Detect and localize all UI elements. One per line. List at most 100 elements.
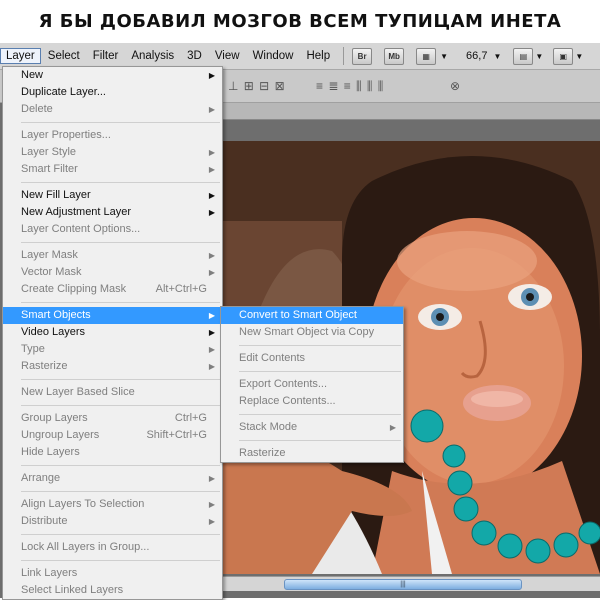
distribute-icons[interactable]: ≡ ≣ ≡ ⫼ ⫼ ⫼: [316, 79, 384, 94]
smart-objects-menu-item[interactable]: Export Contents...: [221, 376, 403, 393]
layer-menu-item-label: New Adjustment Layer: [21, 206, 132, 218]
menu-3d[interactable]: 3D: [181, 48, 208, 64]
minibridge-button[interactable]: Mb: [384, 47, 405, 65]
screen-mode-icon[interactable]: ▣: [553, 47, 574, 65]
smart-objects-menu-item[interactable]: Stack Mode ▶: [221, 419, 403, 436]
menu-select[interactable]: Select: [42, 48, 86, 64]
menu-separator: [239, 414, 401, 415]
menu-separator: [239, 371, 401, 372]
layer-menu-item[interactable]: New Layer Based Slice: [3, 384, 222, 401]
layer-menu-item-label: Smart Objects: [21, 309, 91, 321]
film-icon[interactable]: ▦: [416, 47, 437, 65]
menu-separator: [21, 242, 220, 243]
layer-menu-item[interactable]: New ▶: [3, 67, 222, 84]
menu-separator: [21, 560, 220, 561]
horizontal-scrollbar[interactable]: |||: [222, 576, 600, 591]
submenu-arrow-icon: ▶: [208, 191, 215, 200]
smart-objects-menu-item[interactable]: Convert to Smart Object: [221, 307, 403, 324]
menu-separator: [21, 405, 220, 406]
zoom-level[interactable]: 66,7: [466, 50, 487, 62]
layer-menu-item-label: Type: [21, 343, 45, 355]
bridge-button[interactable]: Br: [352, 47, 373, 65]
smart-objects-menu-item[interactable]: New Smart Object via Copy: [221, 324, 403, 341]
menu-separator: [239, 345, 401, 346]
layer-menu-item[interactable]: Layer Content Options...: [3, 221, 222, 238]
layer-menu-item[interactable]: Lock All Layers in Group...: [3, 539, 222, 556]
layer-menu-item[interactable]: New Fill Layer ▶: [3, 187, 222, 204]
menu-separator: [21, 465, 220, 466]
smart-objects-menu-item-label: Replace Contents...: [239, 395, 336, 407]
document-tab[interactable]: [222, 103, 600, 120]
layer-menu-item-label: Ungroup Layers: [21, 429, 100, 441]
menu-filter[interactable]: Filter: [87, 48, 125, 64]
layer-menu-item[interactable]: Type ▶: [3, 341, 222, 358]
menu-window[interactable]: Window: [247, 48, 300, 64]
smart-objects-menu-item-label: New Smart Object via Copy: [239, 326, 375, 338]
menu-separator: [239, 440, 401, 441]
chevron-down-icon[interactable]: ▼: [440, 52, 448, 61]
screen-mode-dropdown-icon[interactable]: ▼: [575, 52, 583, 61]
menu-separator: [21, 491, 220, 492]
shortcut-label: Alt+Ctrl+G: [155, 283, 207, 295]
smart-objects-menu-item[interactable]: Rasterize: [221, 445, 403, 462]
layer-menu-item[interactable]: Video Layers ▶: [3, 324, 222, 341]
layer-menu-item[interactable]: Distribute ▶: [3, 513, 222, 530]
submenu-arrow-icon: ▶: [208, 474, 215, 483]
smart-objects-menu-item-label: Convert to Smart Object: [239, 309, 357, 321]
layer-menu-item[interactable]: Layer Style ▶: [3, 144, 222, 161]
submenu-arrow-icon: ▶: [208, 165, 215, 174]
layer-menu-item[interactable]: Smart Filter ▶: [3, 161, 222, 178]
submenu-arrow-icon: ▶: [389, 423, 396, 432]
layer-menu-item[interactable]: Layer Mask ▶: [3, 247, 222, 264]
scrollbar-thumb[interactable]: |||: [284, 579, 522, 590]
smart-objects-menu-item[interactable]: Edit Contents: [221, 350, 403, 367]
shortcut-label: Shift+Ctrl+G: [146, 429, 207, 441]
layer-menu-item-label: Arrange: [21, 472, 61, 484]
menu-separator: [21, 182, 220, 183]
layer-menu-item-label: Rasterize: [21, 360, 68, 372]
layer-menu-item[interactable]: Create Clipping Mask Alt+Ctrl+G: [3, 281, 222, 298]
smart-objects-submenu: Convert to Smart Object New Smart Object …: [220, 306, 404, 463]
layer-menu-item[interactable]: Delete ▶: [3, 101, 222, 118]
menu-help[interactable]: Help: [300, 48, 336, 64]
layer-menu-item[interactable]: Smart Objects ▶: [3, 307, 222, 324]
arrange-dropdown-icon[interactable]: ▼: [535, 52, 543, 61]
layer-menu-item[interactable]: Layer Properties...: [3, 127, 222, 144]
layer-menu-item[interactable]: Rasterize ▶: [3, 358, 222, 375]
submenu-arrow-icon: ▶: [208, 517, 215, 526]
zoom-dropdown-icon[interactable]: ▼: [493, 52, 501, 61]
smart-objects-menu-item[interactable]: Replace Contents...: [221, 393, 403, 410]
layer-menu-item[interactable]: Link Layers: [3, 565, 222, 582]
layer-menu-item[interactable]: Align Layers To Selection ▶: [3, 496, 222, 513]
layer-menu-item[interactable]: Hide Layers: [3, 444, 222, 461]
menu-separator: [21, 302, 220, 303]
layer-menu-item[interactable]: Ungroup Layers Shift+Ctrl+G: [3, 427, 222, 444]
submenu-arrow-icon: ▶: [208, 105, 215, 114]
layer-menu-item[interactable]: New Adjustment Layer ▶: [3, 204, 222, 221]
menu-separator: [21, 122, 220, 123]
layer-menu-item[interactable]: Duplicate Layer...: [3, 84, 222, 101]
submenu-arrow-icon: ▶: [208, 328, 215, 337]
smart-objects-menu-item-label: Stack Mode: [239, 421, 298, 433]
layer-menu-item-label: Lock All Layers in Group...: [21, 541, 150, 553]
layer-menu-item-label: Layer Mask: [21, 249, 78, 261]
align-icons[interactable]: ⊥ ⊞ ⊟ ⊠: [228, 79, 286, 93]
menubar-separator: [343, 47, 345, 65]
layer-menu-item-label: Hide Layers: [21, 446, 80, 458]
auto-align-icon[interactable]: ⊗: [450, 79, 461, 93]
layer-menu-item-label: Delete: [21, 103, 53, 115]
layer-menu-item[interactable]: Group Layers Ctrl+G: [3, 410, 222, 427]
smart-objects-menu-item-label: Edit Contents: [239, 352, 306, 364]
layer-menu-item-label: Layer Properties...: [21, 129, 111, 141]
layer-menu-item-label: Layer Content Options...: [21, 223, 141, 235]
layer-menu-item-label: Link Layers: [21, 567, 78, 579]
layer-menu-item[interactable]: Select Linked Layers: [3, 582, 222, 599]
menu-view[interactable]: View: [209, 48, 246, 64]
layer-menu-item-label: Align Layers To Selection: [21, 498, 145, 510]
layer-menu-item[interactable]: Vector Mask ▶: [3, 264, 222, 281]
menu-analysis[interactable]: Analysis: [125, 48, 180, 64]
layer-menu-item[interactable]: Arrange ▶: [3, 470, 222, 487]
menu-layer[interactable]: Layer: [0, 48, 41, 64]
arrange-documents-icon[interactable]: ▤: [513, 47, 534, 65]
smart-objects-menu-item-label: Export Contents...: [239, 378, 328, 390]
